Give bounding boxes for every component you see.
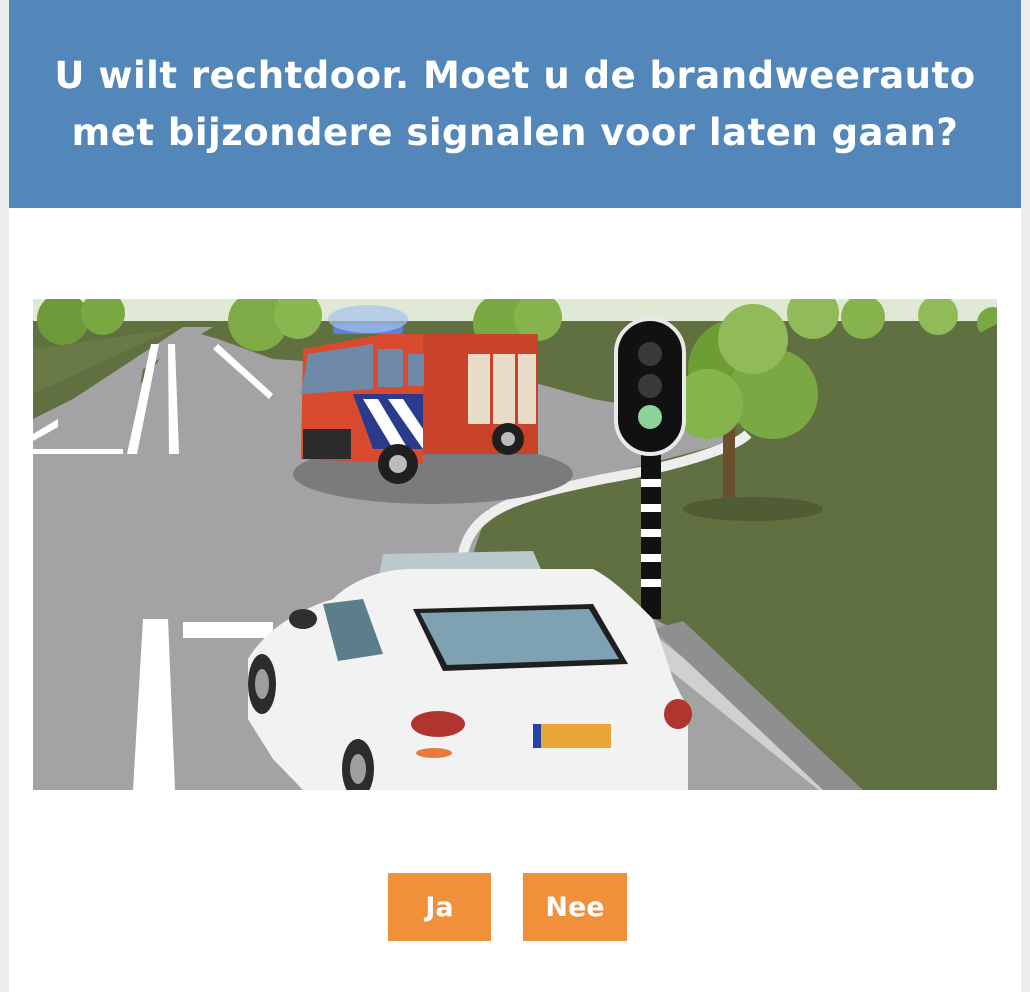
- answer-no-button[interactable]: Nee: [523, 873, 627, 941]
- amber-light-off: [638, 374, 662, 398]
- answer-options: Ja Nee: [9, 873, 1021, 941]
- question-illustration: [33, 299, 997, 790]
- answer-yes-button[interactable]: Ja: [388, 873, 491, 941]
- green-light-on: [638, 405, 662, 429]
- intersection-scene: [33, 299, 997, 790]
- question-card: U wilt rechtdoor. Moet u de brandweeraut…: [9, 0, 1021, 992]
- red-light-off: [638, 342, 662, 366]
- question-header: U wilt rechtdoor. Moet u de brandweeraut…: [9, 0, 1021, 208]
- question-title: U wilt rechtdoor. Moet u de brandweeraut…: [54, 54, 976, 154]
